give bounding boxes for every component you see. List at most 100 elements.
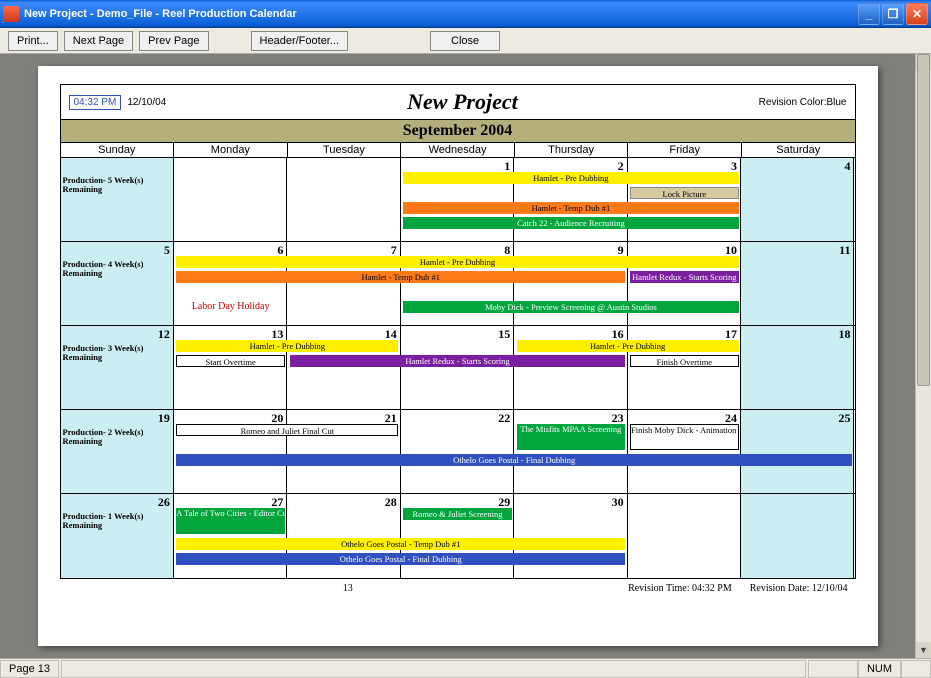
- day-number: 3: [731, 159, 737, 174]
- day-number: 11: [839, 243, 850, 258]
- report-time: 04:32 PM: [69, 95, 122, 110]
- day-number: 26: [158, 495, 170, 510]
- day-number: 4: [844, 159, 850, 174]
- production-week-label: Production- 5 Week(s) Remaining: [63, 176, 153, 195]
- day-cell: 16: [514, 326, 627, 409]
- status-bar: Page 13 NUM: [0, 658, 931, 678]
- day-number: 1: [504, 159, 510, 174]
- window-controls: _ ❐ ✕: [858, 3, 928, 25]
- maximize-button[interactable]: ❐: [882, 3, 904, 25]
- day-header: Tuesday: [288, 143, 402, 157]
- revision-date: Revision Date: 12/10/04: [750, 583, 848, 594]
- day-cell: 12 Production- 3 Week(s) Remaining: [61, 326, 174, 409]
- day-cell: 14: [287, 326, 400, 409]
- minimize-button[interactable]: _: [858, 3, 880, 25]
- calendar-weeks: Production- 5 Week(s) Remaining1234Hamle…: [61, 158, 855, 578]
- day-number: 21: [385, 411, 397, 426]
- calendar: September 2004 SundayMondayTuesdayWednes…: [60, 120, 856, 579]
- day-number: 27: [271, 495, 283, 510]
- day-cell: 6: [174, 242, 287, 325]
- production-week-label: Production- 2 Week(s) Remaining: [63, 428, 153, 447]
- day-cell: 18: [741, 326, 854, 409]
- day-header: Sunday: [61, 143, 175, 157]
- day-cell: 11: [741, 242, 854, 325]
- day-number: 25: [838, 411, 850, 426]
- day-header: Wednesday: [401, 143, 515, 157]
- day-cell: 5 Production- 4 Week(s) Remaining: [61, 242, 174, 325]
- day-number: 22: [498, 411, 510, 426]
- close-window-button[interactable]: ✕: [906, 3, 928, 25]
- day-cell: 9: [514, 242, 627, 325]
- day-header: Friday: [628, 143, 742, 157]
- day-cell: 28: [287, 494, 400, 578]
- revision-color: Revision Color:Blue: [759, 97, 847, 108]
- day-cell: Production- 5 Week(s) Remaining: [61, 158, 174, 241]
- calendar-week: Production- 5 Week(s) Remaining1234Hamle…: [61, 158, 855, 242]
- day-cell: 17: [628, 326, 741, 409]
- report-title: New Project: [166, 89, 758, 115]
- day-number: 7: [391, 243, 397, 258]
- day-number: 9: [618, 243, 624, 258]
- day-number: 23: [612, 411, 624, 426]
- app-icon: [3, 6, 19, 22]
- day-number: 19: [158, 411, 170, 426]
- day-cell: 26 Production- 1 Week(s) Remaining: [61, 494, 174, 578]
- status-num: NUM: [858, 660, 901, 678]
- day-cell: [174, 158, 287, 241]
- day-header: Thursday: [515, 143, 629, 157]
- day-number: 12: [158, 327, 170, 342]
- day-cell: [287, 158, 400, 241]
- status-spacer: [61, 660, 806, 678]
- day-cell: 10: [628, 242, 741, 325]
- day-number: 8: [504, 243, 510, 258]
- day-cell: 2: [514, 158, 627, 241]
- day-number: 28: [385, 495, 397, 510]
- month-header: September 2004: [61, 120, 855, 143]
- title-bar: New Project - Demo_File - Reel Productio…: [0, 0, 931, 28]
- day-number: 24: [725, 411, 737, 426]
- report-page: 04:32 PM 12/10/04 New Project Revision C…: [38, 66, 878, 646]
- production-week-label: Production- 1 Week(s) Remaining: [63, 512, 153, 531]
- header-footer-button[interactable]: Header/Footer...: [251, 31, 349, 51]
- revision-time: Revision Time: 04:32 PM: [628, 583, 732, 594]
- production-week-label: Production- 4 Week(s) Remaining: [63, 260, 153, 279]
- close-button[interactable]: Close: [430, 31, 500, 51]
- day-cell: [741, 494, 854, 578]
- vertical-scrollbar[interactable]: ▲ ▼: [915, 54, 931, 658]
- window-title: New Project - Demo_File - Reel Productio…: [24, 8, 297, 20]
- scroll-down-arrow[interactable]: ▼: [916, 642, 931, 658]
- day-cell: 15: [401, 326, 514, 409]
- toolbar: Print... Next Page Prev Page Header/Foot…: [0, 28, 931, 54]
- day-cell: 27: [174, 494, 287, 578]
- preview-pane[interactable]: 04:32 PM 12/10/04 New Project Revision C…: [0, 54, 915, 658]
- day-cell: 20: [174, 410, 287, 493]
- day-cell: 24: [628, 410, 741, 493]
- day-cell: 22: [401, 410, 514, 493]
- calendar-week: 26 Production- 1 Week(s) Remaining 27 28 29 3…: [61, 494, 855, 578]
- day-cell: 21: [287, 410, 400, 493]
- next-page-button[interactable]: Next Page: [64, 31, 133, 51]
- day-number: 29: [498, 495, 510, 510]
- day-cell: 19 Production- 2 Week(s) Remaining: [61, 410, 174, 493]
- day-cell: 4: [741, 158, 854, 241]
- day-cell: [628, 494, 741, 578]
- day-cell: 30: [514, 494, 627, 578]
- print-button[interactable]: Print...: [8, 31, 58, 51]
- day-number: 6: [277, 243, 283, 258]
- calendar-week: 5 Production- 4 Week(s) Remaining 6 7 8 9 10 11…: [61, 242, 855, 326]
- day-number: 20: [271, 411, 283, 426]
- production-week-label: Production- 3 Week(s) Remaining: [63, 344, 153, 363]
- day-number: 16: [612, 327, 624, 342]
- day-number: 18: [838, 327, 850, 342]
- day-cell: 8: [401, 242, 514, 325]
- report-header: 04:32 PM 12/10/04 New Project Revision C…: [60, 84, 856, 120]
- page-number: 13: [68, 583, 629, 594]
- day-header: Saturday: [742, 143, 855, 157]
- day-number: 5: [164, 243, 170, 258]
- scroll-thumb[interactable]: [917, 54, 930, 386]
- prev-page-button[interactable]: Prev Page: [139, 31, 208, 51]
- report-date: 12/10/04: [127, 97, 166, 108]
- content-area: 04:32 PM 12/10/04 New Project Revision C…: [0, 54, 931, 658]
- day-number: 17: [725, 327, 737, 342]
- day-number: 10: [725, 243, 737, 258]
